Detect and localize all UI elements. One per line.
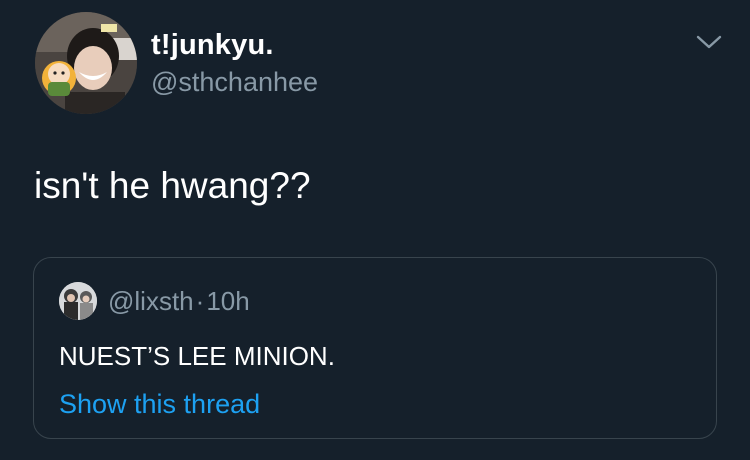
chevron-down-icon[interactable] xyxy=(694,30,724,54)
tweet-text: isn't he hwang?? xyxy=(34,165,311,206)
avatar-photo xyxy=(35,12,137,114)
show-thread-link[interactable]: Show this thread xyxy=(59,388,260,420)
quoted-avatar-photo xyxy=(59,282,97,320)
user-avatar[interactable] xyxy=(35,12,137,114)
quoted-tweet[interactable]: @lixsth·10h NUEST’S LEE MINION. Show thi… xyxy=(33,257,717,439)
quoted-user-avatar[interactable] xyxy=(59,282,97,320)
quoted-user-handle[interactable]: @lixsth xyxy=(108,286,194,316)
display-name[interactable]: t!junkyu. xyxy=(151,28,274,62)
tweet: t!junkyu. @sthchanhee isn't he hwang?? @… xyxy=(0,0,750,460)
user-handle[interactable]: @sthchanhee xyxy=(151,66,318,98)
quoted-tweet-text: NUEST’S LEE MINION. xyxy=(59,341,335,371)
quoted-tweet-meta: @lixsth·10h xyxy=(108,286,250,316)
quoted-tweet-time[interactable]: 10h xyxy=(206,286,249,316)
meta-separator: · xyxy=(195,286,205,316)
